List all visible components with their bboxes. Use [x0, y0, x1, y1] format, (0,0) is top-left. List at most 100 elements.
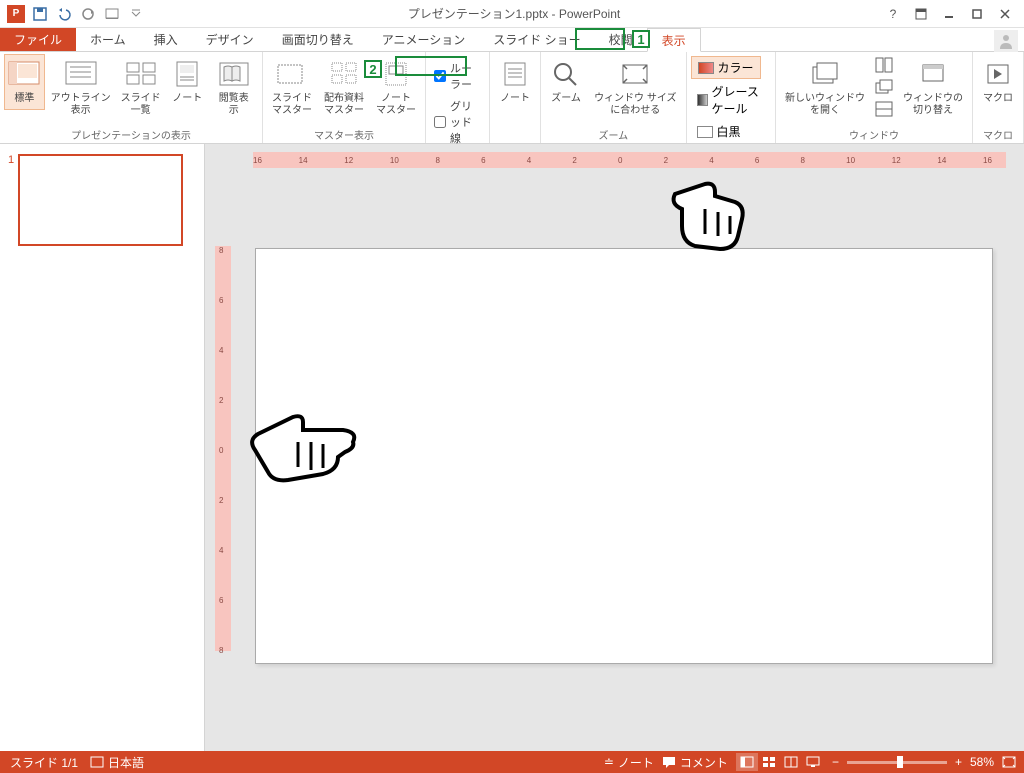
- group-presentation-views: 標準 アウトライン 表示 スライド 一覧 ノート 閲覧表示 プレゼンテーションの…: [0, 52, 263, 143]
- group-color: カラー グレースケール 白黒 カラー/グレースケール: [687, 52, 776, 143]
- tab-slideshow[interactable]: スライド ショー: [479, 28, 594, 51]
- group-master-views: スライド マスター 配布資料 マスター ノート マスター マスター表示: [263, 52, 426, 143]
- group-label-macro: マクロ: [977, 127, 1019, 143]
- tab-insert[interactable]: 挿入: [140, 28, 192, 51]
- slide-thumbnail-1[interactable]: 1: [8, 154, 196, 246]
- slideshow-view-icon[interactable]: [802, 753, 824, 771]
- ruler-v-tick: 4: [219, 346, 223, 355]
- zoom-in-button[interactable]: +: [955, 755, 962, 769]
- ruler-v-tick: 8: [219, 646, 223, 655]
- notes-button[interactable]: ノート: [494, 54, 536, 110]
- thumbnail-number: 1: [8, 154, 14, 246]
- bw-button[interactable]: 白黒: [691, 121, 747, 142]
- user-avatar[interactable]: [994, 30, 1018, 52]
- fit-window-button[interactable]: ウィンドウ サイズ に合わせる: [589, 54, 681, 122]
- app-icon[interactable]: P: [4, 2, 28, 26]
- ruler-h-tick: 8: [436, 156, 440, 165]
- thumbnail-image[interactable]: [18, 154, 183, 246]
- ruler-h-tick: 12: [344, 156, 353, 165]
- ruler-h-tick: 2: [664, 156, 668, 165]
- ribbon-display-icon[interactable]: [908, 3, 934, 25]
- slide-master-button[interactable]: スライド マスター: [267, 54, 317, 122]
- quick-access-toolbar: P: [0, 2, 148, 26]
- fit-to-window-icon[interactable]: [1002, 756, 1016, 768]
- pointing-hand-icon-1: [660, 174, 760, 264]
- normal-view-button[interactable]: 標準: [4, 54, 45, 110]
- ruler-h-tick: 10: [846, 156, 855, 165]
- window-title: プレゼンテーション1.pptx - PowerPoint: [148, 5, 880, 22]
- slide-edit-area: 1614121086420246810121416 864202468: [205, 144, 1024, 751]
- comment-icon: [662, 756, 676, 768]
- status-language[interactable]: 日本語: [90, 754, 144, 771]
- group-label-zoom: ズーム: [545, 127, 681, 143]
- group-window: 新しいウィンドウ を開く ウィンドウの 切り替え ウィンドウ: [776, 52, 973, 143]
- cascade-button[interactable]: [872, 76, 896, 98]
- tab-transitions[interactable]: 画面切り替え: [268, 28, 368, 51]
- ruler-h-tick: 16: [253, 156, 262, 165]
- ruler-v-tick: 6: [219, 596, 223, 605]
- group-label-master-views: マスター表示: [267, 127, 421, 143]
- zoom-button[interactable]: ズーム: [545, 54, 587, 110]
- qat-customize-icon[interactable]: [124, 2, 148, 26]
- horizontal-ruler[interactable]: 1614121086420246810121416: [253, 152, 1006, 168]
- grayscale-button[interactable]: グレースケール: [691, 81, 771, 119]
- zoom-slider[interactable]: [847, 761, 947, 764]
- tab-view[interactable]: 表示: [647, 28, 701, 52]
- tab-design[interactable]: デザイン: [192, 28, 268, 51]
- ruler-h-tick: 4: [709, 156, 713, 165]
- window-controls: ?: [880, 3, 1024, 25]
- ruler-h-tick: 14: [299, 156, 308, 165]
- close-icon[interactable]: [992, 3, 1018, 25]
- slide-thumbnail-pane[interactable]: 1: [0, 144, 205, 751]
- slide-canvas[interactable]: [255, 248, 993, 664]
- status-bar: スライド 1/1 日本語 ≐ ノート コメント − + 58%: [0, 751, 1024, 773]
- maximize-icon[interactable]: [964, 3, 990, 25]
- minimize-icon[interactable]: [936, 3, 962, 25]
- notes-page-button[interactable]: ノート: [167, 54, 208, 110]
- ruler-h-tick: 14: [937, 156, 946, 165]
- view-buttons: [736, 753, 824, 771]
- ruler-h-tick: 10: [390, 156, 399, 165]
- switch-windows-button[interactable]: ウィンドウの 切り替え: [898, 54, 968, 122]
- handout-master-button[interactable]: 配布資料 マスター: [319, 54, 369, 122]
- group-label-presentation-views: プレゼンテーションの表示: [4, 127, 258, 143]
- outline-view-button[interactable]: アウトライン 表示: [47, 54, 115, 122]
- reading-view-button[interactable]: 閲覧表示: [210, 54, 258, 122]
- group-zoom: ズーム ウィンドウ サイズ に合わせる ズーム: [541, 52, 686, 143]
- ruler-v-tick: 8: [219, 246, 223, 255]
- save-icon[interactable]: [28, 2, 52, 26]
- color-button[interactable]: カラー: [691, 56, 761, 79]
- start-from-beginning-icon[interactable]: [100, 2, 124, 26]
- help-icon[interactable]: ?: [880, 3, 906, 25]
- tab-home[interactable]: ホーム: [76, 28, 140, 51]
- gridlines-checkbox[interactable]: グリッド線: [430, 96, 485, 148]
- zoom-percent[interactable]: 58%: [970, 755, 994, 769]
- macros-button[interactable]: マクロ: [977, 54, 1019, 110]
- status-slide-number[interactable]: スライド 1/1: [10, 754, 78, 771]
- vertical-ruler[interactable]: 864202468: [215, 246, 231, 651]
- slide-sorter-button[interactable]: スライド 一覧: [116, 54, 164, 122]
- ruler-v-tick: 0: [219, 446, 223, 455]
- ruler-h-tick: 8: [801, 156, 805, 165]
- status-notes-button[interactable]: ≐ ノート: [604, 754, 654, 771]
- undo-icon[interactable]: [52, 2, 76, 26]
- pointing-hand-icon-2: [243, 412, 363, 492]
- split-button[interactable]: [872, 98, 896, 120]
- tab-file[interactable]: ファイル: [0, 28, 76, 51]
- ruler-h-tick: 2: [572, 156, 576, 165]
- sorter-view-icon[interactable]: [758, 753, 780, 771]
- new-window-button[interactable]: 新しいウィンドウ を開く: [780, 54, 870, 122]
- group-notes-btn: ノート: [490, 52, 541, 143]
- status-comments-button[interactable]: コメント: [662, 754, 728, 771]
- ribbon: 標準 アウトライン 表示 スライド 一覧 ノート 閲覧表示 プレゼンテーションの…: [0, 52, 1024, 144]
- tab-animations[interactable]: アニメーション: [368, 28, 480, 51]
- zoom-out-button[interactable]: −: [832, 755, 839, 769]
- title-bar: P プレゼンテーション1.pptx - PowerPoint ?: [0, 0, 1024, 28]
- redo-icon[interactable]: [76, 2, 100, 26]
- ruler-checkbox[interactable]: ルーラー: [430, 58, 485, 94]
- ruler-v-tick: 6: [219, 296, 223, 305]
- group-label-notes: [494, 127, 536, 143]
- reading-view-icon[interactable]: [780, 753, 802, 771]
- normal-view-icon[interactable]: [736, 753, 758, 771]
- arrange-all-button[interactable]: [872, 54, 896, 76]
